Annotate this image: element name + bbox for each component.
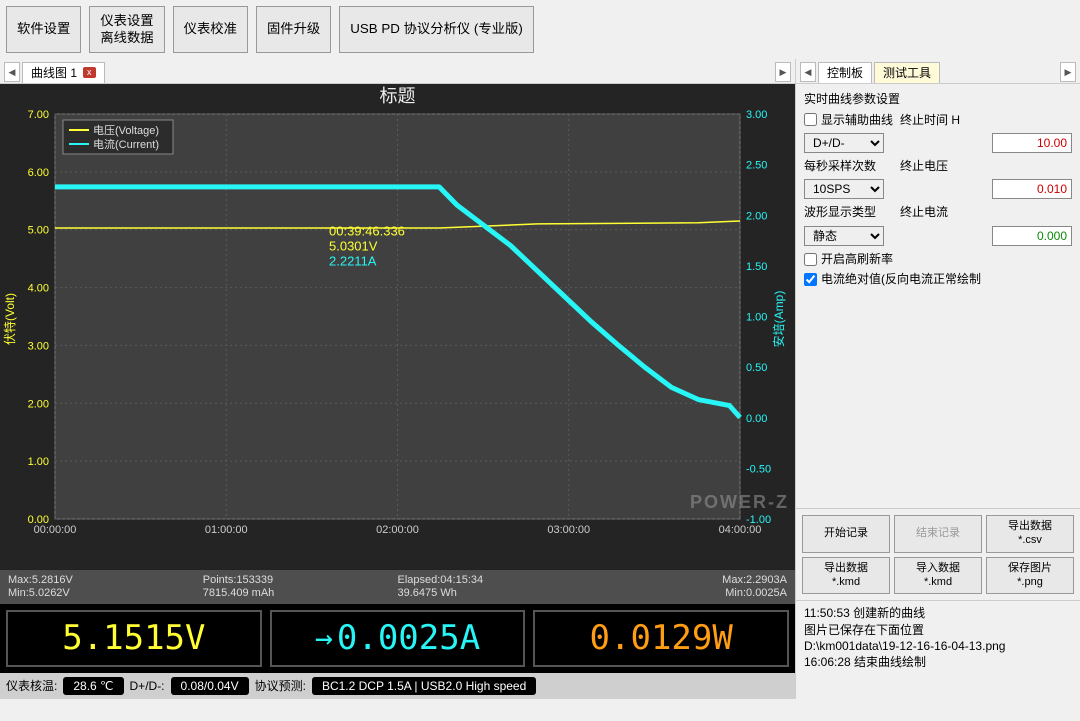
record-buttons: 开始记录 结束记录 导出数据 *.csv 导出数据 *.kmd 导入数据 *.k… bbox=[796, 508, 1080, 600]
close-icon[interactable]: x bbox=[83, 67, 96, 78]
end-time-label: 终止时间 H bbox=[900, 113, 965, 127]
big-readout-bar: 5.1515V →0.0025A 0.0129W bbox=[0, 604, 795, 673]
svg-text:5.00: 5.00 bbox=[28, 225, 49, 237]
svg-text:2.50: 2.50 bbox=[746, 160, 767, 172]
meter-calibration-button[interactable]: 仪表校准 bbox=[173, 6, 248, 53]
svg-text:02:00:00: 02:00:00 bbox=[376, 524, 419, 536]
end-voltage-input[interactable] bbox=[992, 179, 1072, 199]
svg-text:00:00:00: 00:00:00 bbox=[34, 524, 77, 536]
stat-mah: 7815.409 mAh bbox=[203, 587, 398, 600]
watermark-text: POWER-Z bbox=[690, 492, 789, 514]
tab-scroll-right-icon[interactable]: ▶ bbox=[1060, 62, 1076, 82]
sps-select[interactable]: 10SPS bbox=[804, 179, 884, 199]
curve-tab[interactable]: 曲线图 1 x bbox=[22, 62, 105, 83]
save-png-button[interactable]: 保存图片 *.png bbox=[986, 557, 1074, 595]
svg-text:2.00: 2.00 bbox=[28, 399, 49, 411]
svg-text:04:00:00: 04:00:00 bbox=[719, 524, 762, 536]
svg-text:标题: 标题 bbox=[380, 86, 416, 106]
right-tabstrip: ◀ 控制板 测试工具 ▶ bbox=[796, 59, 1080, 84]
left-column: ◀ 曲线图 1 x ▶ 0.00 1.00 2.00 3.00 4.00 5.00 6.00… bbox=[0, 59, 795, 699]
dpdn-value: 0.08/0.04V bbox=[171, 677, 249, 695]
svg-text:6.00: 6.00 bbox=[28, 167, 49, 179]
curve-tab-label: 曲线图 1 bbox=[31, 66, 77, 80]
settings-title: 实时曲线参数设置 bbox=[804, 92, 1072, 106]
main-area: ◀ 曲线图 1 x ▶ 0.00 1.00 2.00 3.00 4.00 5.00 6.00… bbox=[0, 59, 1080, 699]
chart-svg: 0.001.002.003.004.005.006.007.00-1.00-0.… bbox=[0, 84, 795, 554]
stat-max-a: Max:2.2903A bbox=[592, 574, 787, 587]
svg-text:电流(Current): 电流(Current) bbox=[93, 137, 159, 151]
svg-text:安培(Amp): 安培(Amp) bbox=[771, 291, 786, 348]
aux-curve-select[interactable]: D+/D- bbox=[804, 133, 884, 153]
tab-control-panel[interactable]: 控制板 bbox=[818, 62, 872, 83]
end-time-input[interactable] bbox=[992, 133, 1072, 153]
end-current-label: 终止电流 bbox=[900, 205, 965, 219]
svg-text:5.0301V: 5.0301V bbox=[329, 239, 378, 254]
current-abs-checkbox[interactable]: 电流绝对值(反向电流正常绘制 bbox=[804, 272, 981, 286]
svg-text:2.00: 2.00 bbox=[746, 211, 767, 223]
svg-text:01:00:00: 01:00:00 bbox=[205, 524, 248, 536]
end-voltage-label: 终止电压 bbox=[900, 159, 965, 173]
tab-scroll-right-icon[interactable]: ▶ bbox=[775, 62, 791, 82]
start-record-button[interactable]: 开始记录 bbox=[802, 515, 890, 553]
tab-scroll-left-icon[interactable]: ◀ bbox=[4, 62, 20, 82]
export-csv-button[interactable]: 导出数据 *.csv bbox=[986, 515, 1074, 553]
svg-text:1.00: 1.00 bbox=[746, 312, 767, 324]
svg-text:0.50: 0.50 bbox=[746, 362, 767, 374]
status-bar: 仪表核温: 28.6 ℃ D+/D-: 0.08/0.04V 协议预测: BC1… bbox=[0, 673, 795, 699]
chart-stats-bar: Max:5.2816V Min:5.0262V Points:153339 78… bbox=[0, 569, 795, 604]
high-refresh-checkbox[interactable]: 开启高刷新率 bbox=[804, 252, 893, 266]
svg-text:00:39:46.336: 00:39:46.336 bbox=[329, 224, 405, 239]
stat-max-v: Max:5.2816V bbox=[8, 574, 203, 587]
svg-text:伏特(Volt): 伏特(Volt) bbox=[2, 293, 17, 345]
pd-analyzer-button[interactable]: USB PD 协议分析仪 (专业版) bbox=[339, 6, 534, 53]
export-kmd-button[interactable]: 导出数据 *.kmd bbox=[802, 557, 890, 595]
wave-type-select[interactable]: 静态 bbox=[804, 226, 884, 246]
log-output: 11:50:53 创建新的曲线 图片已保存在下面位置 D:\km001data\… bbox=[796, 600, 1080, 699]
temp-value: 28.6 ℃ bbox=[63, 677, 123, 695]
svg-text:7.00: 7.00 bbox=[28, 109, 49, 121]
svg-text:0.00: 0.00 bbox=[746, 413, 767, 425]
end-current-input[interactable] bbox=[992, 226, 1072, 246]
right-column: ◀ 控制板 测试工具 ▶ 实时曲线参数设置 显示辅助曲线 终止时间 H D+/D… bbox=[795, 59, 1080, 699]
svg-text:3.00: 3.00 bbox=[28, 341, 49, 353]
firmware-upgrade-button[interactable]: 固件升级 bbox=[256, 6, 331, 53]
readout-current: →0.0025A bbox=[270, 610, 526, 667]
readout-power: 0.0129W bbox=[533, 610, 789, 667]
stat-min-v: Min:5.0262V bbox=[8, 587, 203, 600]
left-tabstrip: ◀ 曲线图 1 x ▶ bbox=[0, 59, 795, 84]
protocol-value: BC1.2 DCP 1.5A | USB2.0 High speed bbox=[312, 677, 536, 695]
protocol-label: 协议预测: bbox=[255, 679, 306, 693]
current-direction-icon: → bbox=[315, 621, 333, 657]
svg-text:2.2211A: 2.2211A bbox=[329, 254, 377, 269]
svg-text:电压(Voltage): 电压(Voltage) bbox=[93, 124, 159, 137]
temp-label: 仪表核温: bbox=[6, 679, 57, 693]
sps-label: 每秒采样次数 bbox=[804, 159, 894, 173]
top-toolbar: 软件设置 仪表设置 离线数据 仪表校准 固件升级 USB PD 协议分析仪 (专… bbox=[0, 0, 1080, 59]
tab-scroll-left-icon[interactable]: ◀ bbox=[800, 62, 816, 82]
import-kmd-button[interactable]: 导入数据 *.kmd bbox=[894, 557, 982, 595]
stat-min-a: Min:0.0025A bbox=[592, 587, 787, 600]
dpdn-label: D+/D-: bbox=[130, 679, 165, 693]
meter-settings-button[interactable]: 仪表设置 离线数据 bbox=[89, 6, 164, 53]
svg-text:4.00: 4.00 bbox=[28, 283, 49, 295]
settings-panel: 实时曲线参数设置 显示辅助曲线 终止时间 H D+/D- 每秒采样次数 终止电压 bbox=[796, 84, 1080, 508]
stop-record-button[interactable]: 结束记录 bbox=[894, 515, 982, 553]
svg-text:03:00:00: 03:00:00 bbox=[547, 524, 590, 536]
stat-wh: 39.6475 Wh bbox=[398, 587, 593, 600]
svg-text:1.50: 1.50 bbox=[746, 261, 767, 273]
svg-text:1.00: 1.00 bbox=[28, 456, 49, 468]
svg-text:-0.50: -0.50 bbox=[746, 464, 771, 476]
software-settings-button[interactable]: 软件设置 bbox=[6, 6, 81, 53]
chart-area[interactable]: 0.001.002.003.004.005.006.007.00-1.00-0.… bbox=[0, 84, 795, 568]
tab-test-tools[interactable]: 测试工具 bbox=[874, 62, 940, 83]
aux-curve-checkbox[interactable]: 显示辅助曲线 bbox=[804, 113, 894, 127]
svg-text:3.00: 3.00 bbox=[746, 109, 767, 121]
wave-type-label: 波形显示类型 bbox=[804, 205, 894, 219]
stat-elapsed: Elapsed:04:15:34 bbox=[398, 574, 593, 587]
readout-voltage: 5.1515V bbox=[6, 610, 262, 667]
stat-points: Points:153339 bbox=[203, 574, 398, 587]
